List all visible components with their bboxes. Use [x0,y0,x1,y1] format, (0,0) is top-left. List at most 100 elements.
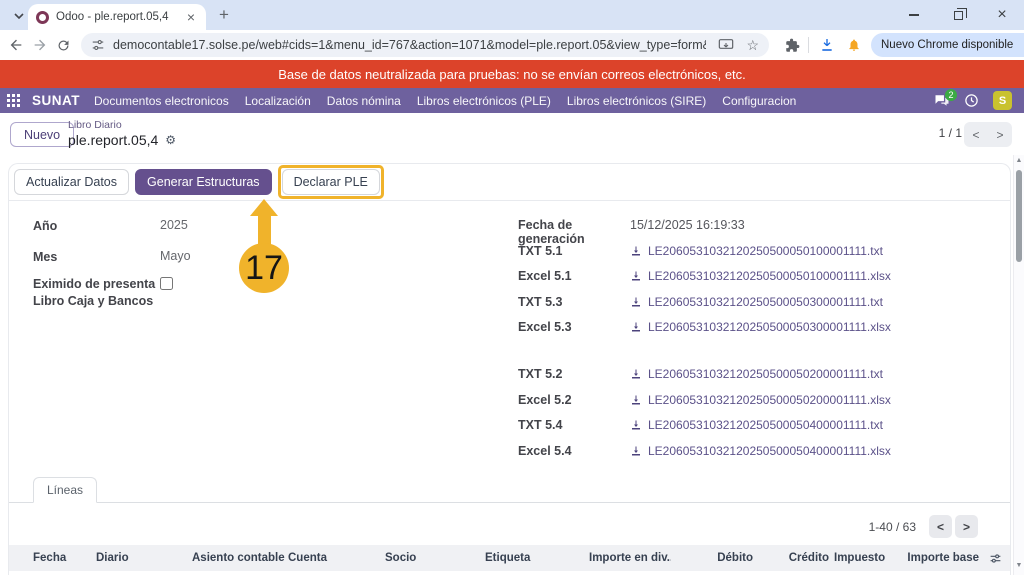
excel51-filename: LE2060531032120250500050100001111.xlsx [648,269,891,283]
download-icon [630,368,648,380]
notebook-divider [9,502,1010,503]
browser-titlebar: Odoo - ple.report.05,4 × + × [0,0,1024,30]
excel53-download-link[interactable]: LE2060531032120250500050300001111.xlsx [630,320,891,334]
file-row: TXT 5.1 LE206053103212025050005010000111… [518,244,883,258]
eximido-checkbox[interactable] [160,277,173,290]
excel53-filename: LE2060531032120250500050300001111.xlsx [648,320,891,334]
menu-libros-sire[interactable]: Libros electrónicos (SIRE) [567,94,706,108]
breadcrumb-parent[interactable]: Libro Diario [68,119,176,131]
excel54-download-link[interactable]: LE2060531032120250500050400001111.xlsx [630,444,891,458]
fecha-generacion-label: Fecha de generación [518,218,630,246]
record-actions-gear-icon[interactable]: ⚙ [165,133,176,147]
new-record-button[interactable]: Nuevo [10,122,74,147]
browser-tab[interactable]: Odoo - ple.report.05,4 × [28,4,206,30]
txt54-filename: LE2060531032120250500050400001111.txt [648,418,883,432]
site-settings-icon[interactable] [91,38,105,52]
scrollbar-thumb[interactable] [1016,170,1022,262]
forward-icon[interactable] [32,33,48,57]
window-controls: × [892,0,1024,30]
menu-localizacion[interactable]: Localización [245,94,311,108]
column-cuenta[interactable]: Cuenta [288,552,385,564]
reload-icon[interactable] [56,33,71,57]
actualizar-datos-button[interactable]: Actualizar Datos [14,169,129,195]
column-etiqueta[interactable]: Etiqueta [485,552,589,564]
excel52-download-link[interactable]: LE2060531032120250500050200001111.xlsx [630,393,891,407]
new-tab-button[interactable]: + [214,5,234,25]
declarar-ple-button[interactable]: Declarar PLE [282,169,380,195]
optional-columns-icon[interactable] [989,552,1002,565]
scroll-down-icon[interactable]: ▼ [1014,562,1024,569]
field-row-fecha-generacion: Fecha de generación 15/12/2025 16:19:33 [518,218,745,246]
column-diario[interactable]: Diario [96,552,192,564]
lines-pager-next-icon[interactable]: > [955,515,978,538]
download-icon [630,419,648,431]
user-avatar[interactable]: S [993,91,1012,110]
txt54-label: TXT 5.4 [518,418,630,432]
pager-next-icon[interactable]: > [988,122,1012,147]
messages-icon[interactable]: 2 [934,94,950,107]
column-impuesto[interactable]: Impuesto [829,552,885,564]
column-socio[interactable]: Socio [385,552,485,564]
column-importe-base[interactable]: Importe base [885,552,979,564]
neutralized-db-banner: Base de datos neutralizada para pruebas:… [0,60,1024,88]
vertical-scrollbar[interactable]: ▲ ▼ [1013,155,1024,575]
browser-menu-kebab-icon[interactable]: ⋮ [1019,37,1024,53]
annotation-arrow-shaft [258,214,271,245]
tab-lineas[interactable]: Líneas [33,477,97,503]
chrome-update-chip[interactable]: Nuevo Chrome disponible ⋮ [871,33,1024,57]
tab-list-chevron-icon[interactable] [10,7,28,25]
mes-value[interactable]: Mayo [160,249,191,263]
window-minimize-button[interactable] [892,0,936,30]
lines-pager: 1-40 / 63 < > [869,515,978,538]
excel53-label: Excel 5.3 [518,320,630,334]
fecha-generacion-value: 15/12/2025 16:19:33 [630,218,745,232]
txt51-download-link[interactable]: LE2060531032120250500050100001111.txt [630,244,883,258]
send-to-device-icon[interactable] [718,38,734,52]
column-asiento-contable[interactable]: Asiento contable [192,552,288,564]
download-icon [630,445,648,457]
menu-configuracion[interactable]: Configuracion [722,94,796,108]
record-pager: < > [964,122,1012,147]
file-row: TXT 5.4 LE206053103212025050005040000111… [518,418,883,432]
download-icon [630,394,648,406]
menu-datos-nomina[interactable]: Datos nómina [327,94,401,108]
txt53-download-link[interactable]: LE2060531032120250500050300001111.txt [630,295,883,309]
txt51-label: TXT 5.1 [518,244,630,258]
extensions-icon[interactable] [785,38,800,53]
anio-label: Año [33,218,160,235]
excel51-download-link[interactable]: LE2060531032120250500050100001111.xlsx [630,269,891,283]
lines-pager-previous-icon[interactable]: < [929,515,952,538]
messages-badge: 2 [945,89,957,101]
url-text[interactable]: democontable17.solse.pe/web#cids=1&menu_… [113,38,706,52]
window-restore-button[interactable] [936,0,980,30]
txt54-download-link[interactable]: LE2060531032120250500050400001111.txt [630,418,883,432]
address-bar[interactable]: democontable17.solse.pe/web#cids=1&menu_… [81,33,769,57]
excel52-label: Excel 5.2 [518,393,630,407]
activities-clock-icon[interactable] [964,93,979,108]
generar-estructuras-button[interactable]: Generar Estructuras [135,169,272,195]
column-credito[interactable]: Crédito [753,552,829,564]
form-statusbar: Actualizar Datos Generar Estructuras Dec… [9,163,1010,201]
tab-close-icon[interactable]: × [184,9,198,25]
app-brand[interactable]: SUNAT [32,93,80,108]
file-row: Excel 5.3 LE2060531032120250500050300001… [518,320,891,334]
record-pager-count: 1 / 1 [939,126,962,140]
window-close-button[interactable]: × [980,0,1024,30]
scroll-up-icon[interactable]: ▲ [1014,157,1024,164]
column-importe-divisa[interactable]: Importe en div... [589,552,671,564]
column-fecha[interactable]: Fecha [33,552,96,564]
field-row-anio: Año 2025 [33,218,188,235]
column-debito[interactable]: Débito [671,552,753,564]
menu-libros-ple[interactable]: Libros electrónicos (PLE) [417,94,551,108]
downloads-icon[interactable] [819,37,835,53]
lines-table-header: Fecha Diario Asiento contable Cuenta Soc… [9,545,1010,571]
txt52-download-link[interactable]: LE2060531032120250500050200001111.txt [630,367,883,381]
excel52-filename: LE2060531032120250500050200001111.xlsx [648,393,891,407]
menu-documentos-electronicos[interactable]: Documentos electronicos [94,94,229,108]
back-icon[interactable] [8,33,24,57]
bookmark-star-icon[interactable]: ☆ [746,38,759,52]
pager-previous-icon[interactable]: < [964,122,988,147]
notification-bell-icon[interactable] [847,38,861,52]
anio-value[interactable]: 2025 [160,218,188,232]
apps-grid-icon[interactable] [0,88,26,113]
